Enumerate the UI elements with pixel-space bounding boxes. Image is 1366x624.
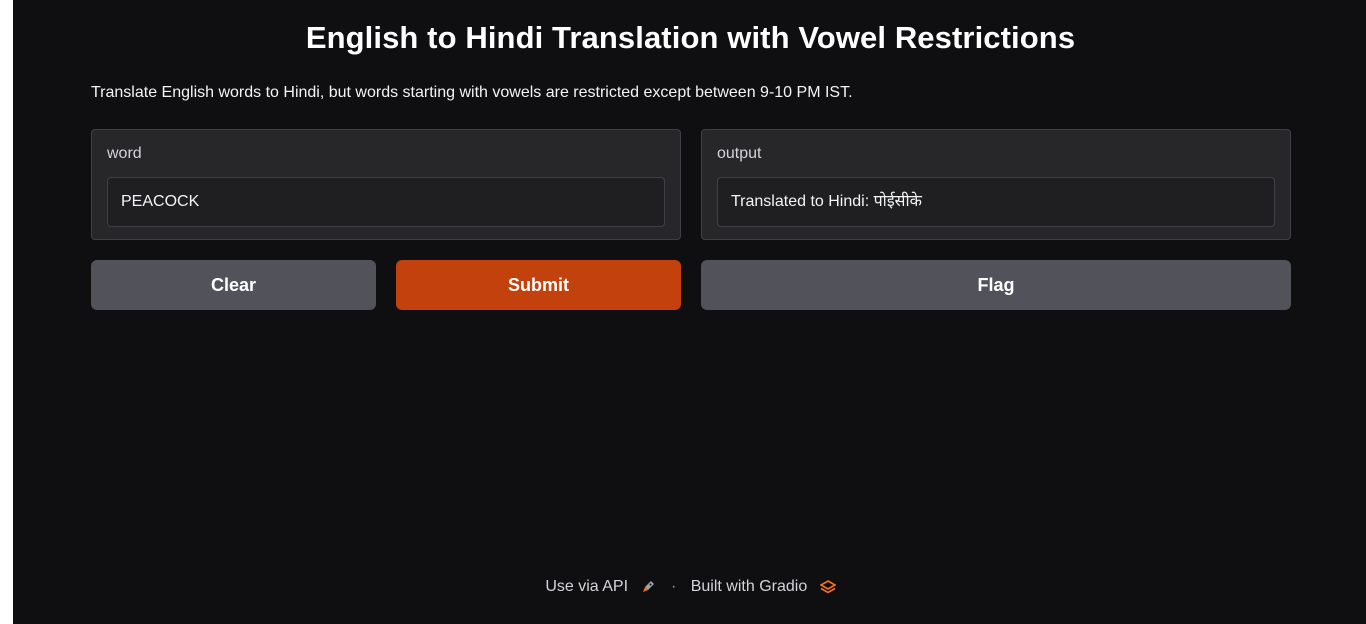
use-via-api-link[interactable]: Use via API	[545, 578, 628, 595]
output-panel: output Translated to Hindi: पोईसीके	[701, 129, 1291, 240]
page-title: English to Hindi Translation with Vowel …	[305, 20, 1076, 55]
rocket-icon	[640, 579, 656, 595]
word-label: word	[107, 145, 142, 162]
submit-button[interactable]: Submit	[396, 260, 681, 310]
app-container: English to Hindi Translation with Vowel …	[13, 0, 1366, 624]
flag-button[interactable]: Flag	[701, 260, 1291, 310]
word-input[interactable]	[107, 177, 665, 227]
output-field[interactable]: Translated to Hindi: पोईसीके	[717, 177, 1275, 227]
footer: Use via API · Built with Gradio	[13, 578, 1366, 596]
output-label: output	[717, 145, 762, 162]
page-description: Translate English words to Hindi, but wo…	[91, 84, 853, 101]
input-panel: word	[91, 129, 681, 240]
footer-separator: ·	[670, 578, 677, 595]
gradio-logo-icon	[819, 579, 837, 595]
built-with-gradio-link[interactable]: Built with Gradio	[691, 578, 808, 595]
clear-button[interactable]: Clear	[91, 260, 376, 310]
